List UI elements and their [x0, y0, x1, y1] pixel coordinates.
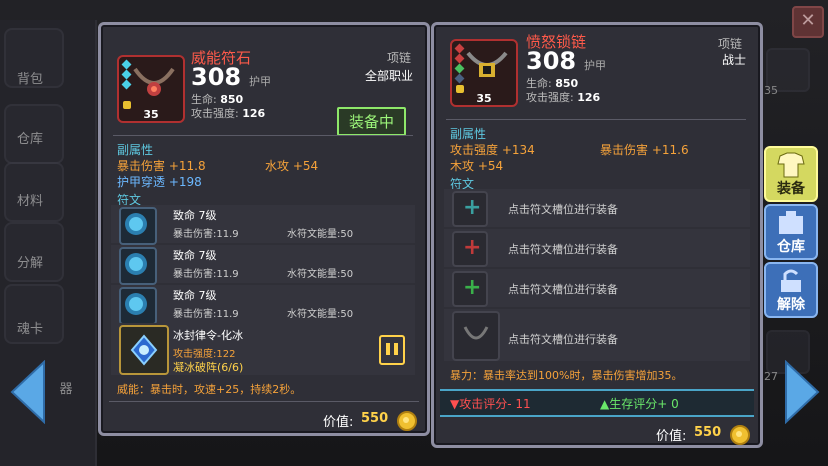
armor-value: 308 [191, 63, 242, 91]
arrow-left-icon[interactable] [8, 360, 48, 424]
item-level: 35 [476, 92, 492, 105]
unlock-icon [781, 269, 801, 292]
coin-icon [397, 411, 417, 431]
rune-slot[interactable] [119, 287, 157, 325]
rune-slot-empty[interactable]: + [452, 271, 488, 307]
compare-item-panel: 35 愤怒锁链 项链 战士 308 护甲 生命: 850 攻击强度: 126 副… [431, 22, 763, 448]
sub-attribute: 攻击强度 +134 [450, 143, 535, 157]
rune-stat: 暴击伤害:11.9 [173, 269, 239, 280]
sub-attributes-title: 副属性 [117, 143, 154, 157]
tab-unequip-label: 解除 [777, 297, 805, 313]
value-label: 价值: [323, 415, 354, 430]
value-label: 价值: [656, 429, 687, 444]
armor-label: 护甲 [584, 59, 606, 72]
item-class: 全部职业 [365, 69, 414, 83]
armor-label: 护甲 [249, 75, 271, 88]
coin-icon [730, 425, 750, 445]
tab-storage-label: 仓库 [777, 239, 805, 255]
empty-slot-hint: 点击符文槽位进行装备 [508, 333, 618, 346]
sidebar-label-material: 材料 [16, 194, 43, 209]
sidebar-label-dismantle: 分解 [16, 256, 43, 271]
background-level-label: 27 [764, 370, 778, 383]
empty-slot-hint: 点击符文槽位进行装备 [508, 203, 618, 216]
special-effect-text: 威能：暴击时，攻速+25，持续2秒。 [117, 383, 302, 396]
tab-equip[interactable]: 装备 [764, 146, 818, 202]
sub-attribute: 护甲穿透 +198 [117, 175, 202, 189]
rune-name: 致命 7级 [173, 289, 217, 302]
storage-icon [779, 211, 803, 234]
armor-value: 308 [526, 47, 577, 75]
empty-slot-hint: 点击符文槽位进行装备 [508, 283, 618, 296]
sidebar-label-backpack: 背包 [16, 72, 43, 87]
sub-attribute: 暴击伤害 +11.6 [600, 143, 689, 157]
rune-stat: 暴击伤害:11.9 [173, 309, 239, 320]
tab-unequip[interactable]: 解除 [764, 262, 818, 318]
sub-attribute: 水攻 +54 [265, 159, 319, 173]
rune-slot-empty[interactable]: + [452, 191, 488, 227]
tab-storage[interactable]: 仓库 [764, 204, 818, 260]
attack-stat: 攻击强度: 126 [526, 91, 601, 104]
rune-slot[interactable] [119, 207, 157, 245]
sub-attribute: 木攻 +54 [450, 159, 504, 173]
survive-score: ▲生存评分+ 0 [600, 397, 679, 411]
equipped-item-panel: 35 威能符石 项链 全部职业 308 护甲 生命: 850 攻击强度: 126… [98, 22, 430, 436]
rune-stat: 水符文能量:50 [287, 309, 354, 320]
item-icon-frame: 35 [117, 55, 185, 123]
attack-stat: 攻击强度: 126 [191, 107, 266, 120]
special-rune-slot[interactable] [119, 325, 169, 375]
special-effect-text: 暴力：暴击率达到100%时，暴击伤害增加35。 [450, 369, 683, 382]
amulet-outline-icon [463, 326, 489, 340]
sidebar-label-storage: 仓库 [16, 132, 43, 147]
chain-necklace-icon [466, 51, 508, 77]
rune-name: 致命 7级 [173, 249, 217, 262]
tab-equip-label: 装备 [777, 181, 805, 197]
special-rune-name: 冰封律令-化冰 [173, 329, 243, 342]
background-level-label: 35 [764, 84, 778, 97]
rune-stat: 暴击伤害:11.9 [173, 229, 239, 240]
rune-stat: 水符文能量:50 [287, 269, 354, 280]
value-amount: 550 [361, 411, 389, 426]
rune-name: 致命 7级 [173, 209, 217, 222]
arrow-right-icon[interactable] [782, 360, 822, 424]
sub-attributes-title: 副属性 [450, 127, 487, 141]
item-icon-frame: 35 [450, 39, 518, 107]
rune-slot[interactable] [119, 247, 157, 285]
equipped-badge: 装备中 [337, 107, 407, 136]
item-class: 战士 [722, 53, 747, 67]
rune-info-icon[interactable] [379, 335, 405, 365]
special-rune-slot-empty[interactable] [452, 311, 500, 361]
sidebar-label-soulcard: 魂卡 [16, 322, 43, 337]
empty-slot-hint: 点击符文槽位进行装备 [508, 243, 618, 256]
shirt-icon [777, 152, 805, 178]
special-rune-effect: 凝冰破阵(6/6) [173, 361, 244, 374]
score-comparison-bar: ▼攻击评分- 11 ▲生存评分+ 0 [440, 389, 754, 417]
close-icon[interactable]: ✕ [792, 6, 824, 38]
item-type: 项链 [387, 51, 412, 65]
special-rune-stat: 攻击强度:122 [173, 349, 236, 360]
rune-stat: 水符文能量:50 [287, 229, 354, 240]
item-level: 35 [143, 108, 159, 121]
necklace-icon [133, 67, 175, 96]
ice-rune-icon [130, 334, 158, 366]
sub-attribute: 暴击伤害 +11.8 [117, 159, 206, 173]
item-type: 项链 [718, 37, 743, 51]
value-amount: 550 [694, 425, 722, 440]
attack-score: ▼攻击评分- 11 [450, 397, 531, 411]
rune-slot-empty[interactable]: + [452, 231, 488, 267]
